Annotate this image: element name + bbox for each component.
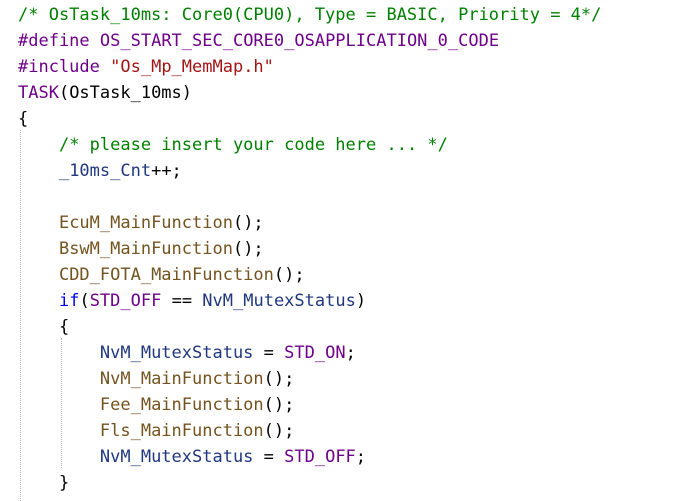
code-token: =	[253, 447, 285, 467]
code-token: STD_ON	[284, 343, 346, 363]
code-token: Fee_MainFunction	[99, 395, 264, 415]
code-token: #define	[18, 31, 90, 51]
code-token: ();	[232, 213, 264, 233]
code-token: ;	[345, 343, 356, 363]
code-editor[interactable]: /* OsTask_10ms: Core0(CPU0), Type = BASI…	[0, 0, 684, 501]
code-token: if	[58, 291, 80, 311]
code-line[interactable]: {	[18, 314, 69, 340]
code-line[interactable]: NvM_MutexStatus = STD_ON;	[18, 340, 356, 366]
code-token: NvM_MutexStatus	[202, 291, 356, 311]
code-line[interactable]: /* OsTask_10ms: Core0(CPU0), Type = BASI…	[18, 2, 601, 28]
code-token: {	[58, 317, 70, 337]
code-token: OS_START_SEC_CORE0_OSAPPLICATION_0_CODE	[99, 31, 500, 51]
code-token: "Os_Mp_MemMap.h"	[110, 57, 274, 77]
code-token: NvM_MutexStatus	[99, 447, 254, 467]
code-token: ;	[355, 447, 367, 467]
code-token: _10ms_Cnt	[58, 161, 152, 181]
code-line[interactable]: #include "Os_Mp_MemMap.h"	[18, 54, 274, 80]
code-token: TASK	[18, 83, 59, 103]
code-token: NvM_MutexStatus	[99, 343, 254, 363]
code-line[interactable]: CDD_FOTA_MainFunction();	[18, 262, 305, 288]
code-line[interactable]: _10ms_Cnt++;	[18, 158, 182, 184]
code-token: ();	[273, 265, 305, 285]
code-token: ();	[263, 395, 295, 415]
code-token: }	[58, 473, 70, 493]
code-token: /* please insert your code here ... */	[58, 135, 448, 155]
code-token: (OsTask_10ms)	[58, 83, 193, 103]
code-token: {	[18, 109, 29, 129]
code-line[interactable]: /* please insert your code here ... */	[18, 132, 448, 158]
code-line[interactable]: NvM_MainFunction();	[18, 366, 294, 392]
code-token: BswM_MainFunction	[58, 239, 233, 259]
code-token: ();	[232, 239, 264, 259]
code-line[interactable]: Fee_MainFunction();	[18, 392, 294, 418]
code-line[interactable]: BswM_MainFunction();	[18, 236, 264, 262]
code-token: )	[355, 291, 367, 311]
code-token: (	[79, 291, 90, 311]
code-token: STD_OFF	[89, 291, 162, 311]
code-token: NvM_MainFunction	[99, 369, 264, 389]
code-line[interactable]: EcuM_MainFunction();	[18, 210, 264, 236]
code-token: EcuM_MainFunction	[58, 213, 233, 233]
code-line[interactable]: TASK(OsTask_10ms)	[18, 80, 192, 106]
code-line[interactable]: Fls_MainFunction();	[18, 418, 294, 444]
code-token: /* OsTask_10ms: Core0(CPU0), Type = BASI…	[18, 5, 602, 25]
code-token: ++;	[151, 161, 182, 181]
code-line[interactable]: if(STD_OFF == NvM_MutexStatus)	[18, 288, 366, 314]
code-token: STD_OFF	[284, 447, 356, 467]
code-token: ==	[161, 291, 203, 311]
code-token: ();	[263, 421, 295, 441]
code-token: #include	[18, 57, 100, 77]
code-line[interactable]: #define OS_START_SEC_CORE0_OSAPPLICATION…	[18, 28, 499, 54]
code-line[interactable]: {	[18, 106, 28, 132]
code-token: CDD_FOTA_MainFunction	[58, 265, 274, 285]
code-line[interactable]: }	[18, 470, 69, 496]
code-token: Fls_MainFunction	[99, 421, 264, 441]
code-token: =	[253, 343, 285, 363]
code-line[interactable]: NvM_MutexStatus = STD_OFF;	[18, 444, 366, 470]
code-token: ();	[263, 369, 295, 389]
